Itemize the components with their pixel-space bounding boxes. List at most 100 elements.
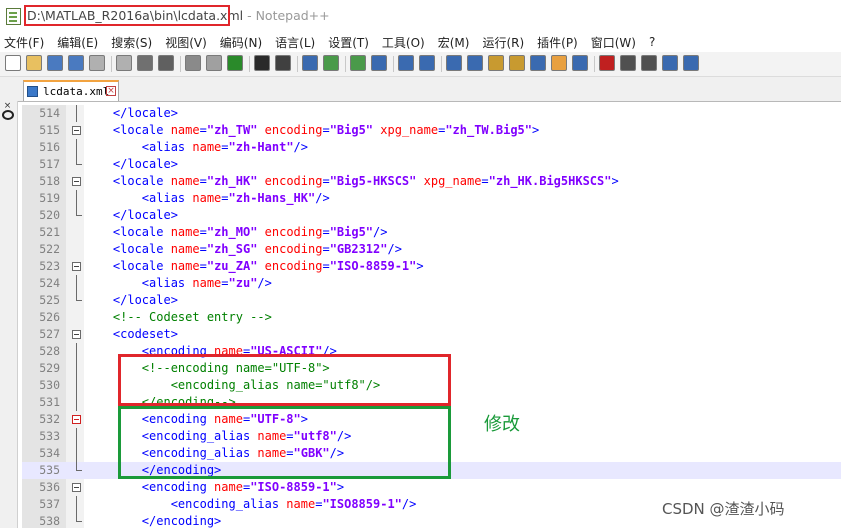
close-icon[interactable] [89,55,105,71]
code-line[interactable]: 516 <alias name="zh-Hant"/> [22,139,841,156]
code-line[interactable]: 525 </locale> [22,292,841,309]
eye-icon[interactable] [2,110,14,120]
code-token: <alias [141,276,193,290]
code-text: <alias name="zh-Hant"/> [84,139,308,156]
monitor-icon[interactable] [572,55,588,71]
play-icon[interactable] [641,55,657,71]
fold-guide [76,496,77,513]
save-macro-icon[interactable] [683,55,699,71]
close-tab-icon[interactable]: × [106,86,116,96]
udl-icon[interactable] [488,55,504,71]
all-chars-icon[interactable] [446,55,462,71]
menu-item-7[interactable]: 工具(O) [382,34,425,51]
menu-item-1[interactable]: 编辑(E) [57,34,98,51]
stop-icon[interactable] [620,55,636,71]
fold-guide [76,190,77,207]
code-line[interactable]: 536 <encoding name="ISO-8859-1"> [22,479,841,496]
code-line[interactable]: 515 <locale name="zh_TW" encoding="Big5"… [22,122,841,139]
code-line[interactable]: 520 </locale> [22,207,841,224]
replace-icon[interactable] [302,55,318,71]
code-token: encoding [257,123,323,137]
fold-toggle-icon[interactable] [72,262,81,271]
open-icon[interactable] [26,55,42,71]
line-number: 527 [39,327,60,341]
tab-label: lcdata.xml [43,85,110,98]
menu-item-11[interactable]: 窗口(W) [591,34,636,51]
fold-toggle-icon[interactable] [72,415,81,424]
line-number: 517 [39,157,60,171]
sync-v-icon[interactable] [371,55,387,71]
code-line[interactable]: 522 <locale name="zh_SG" encoding="GB231… [22,241,841,258]
save-all-icon[interactable] [68,55,84,71]
fold-guide [76,377,77,394]
menu-item-9[interactable]: 运行(R) [482,34,524,51]
code-line[interactable]: 523 <locale name="zu_ZA" encoding="ISO-8… [22,258,841,275]
sync-h-icon[interactable] [398,55,414,71]
code-token: <encoding [141,480,215,494]
menu-item-4[interactable]: 编码(N) [220,34,262,51]
menu-item-6[interactable]: 设置(T) [328,34,369,51]
code-token: "zu" [228,276,258,290]
code-token: encoding [257,174,323,188]
code-token: <locale [112,225,171,239]
wrap-icon[interactable] [419,55,435,71]
close-all-icon[interactable] [116,55,132,71]
zoom-in-icon[interactable] [323,55,339,71]
indent-guide-icon[interactable] [467,55,483,71]
code-token: "zh-Hans_HK" [228,191,316,205]
zoom-out-icon[interactable] [350,55,366,71]
code-line[interactable]: 527 <codeset> [22,326,841,343]
redo-icon[interactable] [254,55,270,71]
menu-item-3[interactable]: 视图(V) [165,34,207,51]
code-line[interactable]: 518 <locale name="zh_HK" encoding="Big5-… [22,173,841,190]
fold-toggle-icon[interactable] [72,330,81,339]
undo-icon[interactable] [227,55,243,71]
folder-workspace-icon[interactable] [551,55,567,71]
code-token: <locale [112,174,171,188]
notepad-app-icon [6,8,21,25]
fold-toggle-icon[interactable] [72,177,81,186]
tab-lcdata-xml[interactable]: lcdata.xml × [23,80,119,101]
fold-guide [76,428,77,445]
menu-item-0[interactable]: 文件(F) [4,34,44,51]
print-icon[interactable] [137,55,153,71]
code-token: "zh_HK.Big5HKSCS" [488,174,612,188]
code-line[interactable]: 526 <!-- Codeset entry --> [22,309,841,326]
find-icon[interactable] [275,55,291,71]
fold-toggle-icon[interactable] [72,483,81,492]
copy-icon[interactable] [185,55,201,71]
line-number: 528 [39,344,60,358]
code-line[interactable]: 514 </locale> [22,105,841,122]
line-number: 515 [39,123,60,137]
code-token: /> [293,140,308,154]
line-number: 538 [39,514,60,528]
fold-toggle-icon[interactable] [72,126,81,135]
code-line[interactable]: 524 <alias name="zu"/> [22,275,841,292]
code-token: > [532,123,540,137]
save-icon[interactable] [47,55,63,71]
menu-item-8[interactable]: 宏(M) [438,34,470,51]
paste-icon[interactable] [206,55,222,71]
menu-item-12[interactable]: ? [649,35,655,49]
menu-item-5[interactable]: 语言(L) [275,34,315,51]
line-number: 536 [39,480,60,494]
cut-icon[interactable] [158,55,174,71]
code-token: <alias [141,140,193,154]
menu-item-2[interactable]: 搜索(S) [111,34,152,51]
code-token: name [170,259,200,273]
code-token: name [170,242,200,256]
func-list-icon[interactable] [530,55,546,71]
code-line[interactable]: 517 </locale> [22,156,841,173]
code-line[interactable]: 519 <alias name="zh-Hans_HK"/> [22,190,841,207]
record-icon[interactable] [599,55,615,71]
code-token: <codeset> [112,327,178,341]
new-icon[interactable] [5,55,21,71]
play-multi-icon[interactable] [662,55,678,71]
menu-item-10[interactable]: 插件(P) [537,34,578,51]
code-token: <encoding_alias [170,497,287,511]
code-line[interactable]: 521 <locale name="zh_MO" encoding="Big5"… [22,224,841,241]
code-token: = [481,174,489,188]
code-token: = [322,225,330,239]
code-token: "zh_SG" [206,242,258,256]
doc-map-icon[interactable] [509,55,525,71]
